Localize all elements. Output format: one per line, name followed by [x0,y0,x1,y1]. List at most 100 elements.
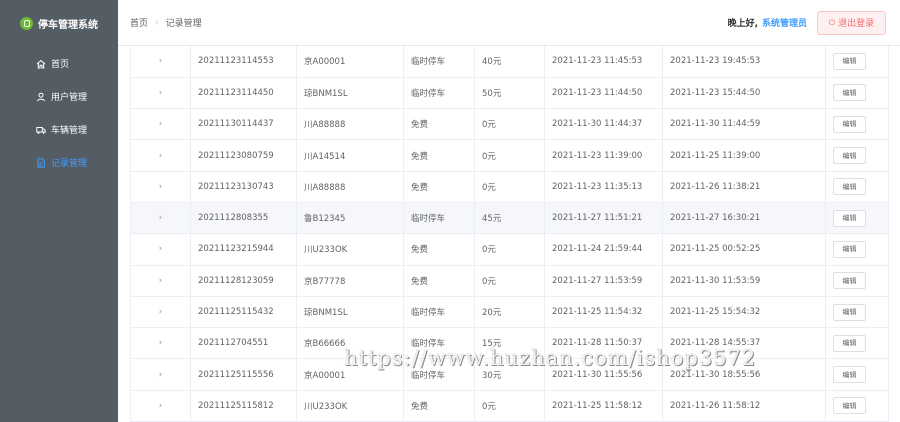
edit-button[interactable]: 编辑 [833,84,866,102]
parking-type-cell: 免费 [403,171,475,203]
actions-cell: 编辑 [825,390,889,422]
exit-time-cell: 2021-11-26 11:38:21 [662,171,826,203]
edit-button[interactable]: 编辑 [833,147,866,165]
fee-cell: 15元 [474,327,545,360]
parking-type-cell: 免费 [403,390,475,422]
edit-button[interactable]: 编辑 [833,334,866,352]
sidebar-item-label: 首页 [51,60,70,70]
logout-button[interactable]: ⏻ 退出登录 [817,10,886,35]
edit-button[interactable]: 编辑 [833,397,866,415]
record-id-cell: 20211130114437 [190,108,297,141]
actions-cell: 编辑 [825,327,889,360]
fee-cell: 45元 [474,202,545,235]
table-row: › 20211123080759 川A14514 免费 0元 2021-11-23 11:… [130,139,889,172]
exit-time-cell: 2021-11-25 11:39:00 [662,139,826,172]
fee-cell: 0元 [474,171,545,203]
username-text: 系统管理员 [761,19,807,29]
exit-time-cell: 2021-11-30 18:55:56 [662,358,826,391]
entry-time-cell: 2021-11-24 21:59:44 [544,233,663,266]
entry-time-cell: 2021-11-27 11:51:21 [544,202,663,235]
record-id-cell: 20211125115432 [190,296,297,329]
fee-cell: 0元 [474,108,545,141]
table-row: › 20211123130743 川A88888 免费 0元 2021-11-23 11:… [130,171,889,203]
greeting-text: 晚上好, [727,19,758,29]
sidebar-item-vehicles[interactable]: 车辆管理 [0,113,118,146]
table-row: › 20211123215944 川U233OK 免费 0元 2021-11-24 21:… [130,233,889,266]
plate-cell: 京A00001 [296,46,404,78]
table-row: › 2021112704551 京B66666 临时停车 15元 2021-11-28 1… [130,327,889,360]
parking-type-cell: 临时停车 [403,202,475,235]
app-logo: 停车管理系统 [0,0,118,46]
sidebar-item-label: 车辆管理 [51,126,88,136]
record-id-cell: 2021112704551 [190,327,297,360]
record-id-cell: 20211123080759 [190,139,297,172]
expand-chevron-icon[interactable]: › [130,171,191,203]
exit-time-cell: 2021-11-23 19:45:53 [662,46,826,78]
exit-time-cell: 2021-11-30 11:53:59 [662,265,826,297]
plate-cell: 琼BNM1SL [296,77,404,110]
exit-time-cell: 2021-11-30 11:44:59 [662,108,826,141]
table-row: › 20211125115556 京A00001 临时停车 30元 2021-11-30 … [130,358,889,391]
main-content: 首页 › 记录管理 晚上好, 系统管理员 ⏻ 退出登录 › 20211123114… [118,0,900,422]
table-row: › 20211125115432 琼BNM1SL 临时停车 20元 2021-11-25 … [130,296,889,329]
edit-button[interactable]: 编辑 [833,52,866,70]
plate-cell: 京A00001 [296,358,404,391]
expand-chevron-icon[interactable]: › [130,202,191,235]
sidebar-item-users[interactable]: 用户管理 [0,80,118,113]
entry-time-cell: 2021-11-25 11:58:12 [544,390,663,422]
edit-button[interactable]: 编辑 [833,178,866,196]
actions-cell: 编辑 [825,77,889,110]
table-row: › 20211130114437 川A88888 免费 0元 2021-11-30 11:… [130,108,889,141]
plate-cell: 川A14514 [296,139,404,172]
user-icon [36,92,46,102]
plate-cell: 川A88888 [296,108,404,141]
plate-cell: 琼BNM1SL [296,296,404,329]
actions-cell: 编辑 [825,202,889,235]
edit-button[interactable]: 编辑 [833,272,866,290]
actions-cell: 编辑 [825,296,889,329]
parking-type-cell: 临时停车 [403,77,475,110]
entry-time-cell: 2021-11-30 11:55:56 [544,358,663,391]
record-id-cell: 20211123215944 [190,233,297,266]
parking-type-cell: 临时停车 [403,327,475,360]
top-header: 首页 › 记录管理 晚上好, 系统管理员 ⏻ 退出登录 [118,0,900,46]
record-id-cell: 20211125115556 [190,358,297,391]
edit-button[interactable]: 编辑 [833,209,866,227]
exit-time-cell: 2021-11-25 00:52:25 [662,233,826,266]
plate-cell: 川U233OK [296,390,404,422]
expand-chevron-icon[interactable]: › [130,390,191,422]
records-table-container[interactable]: › 20211123114553 京A00001 临时停车 40元 2021-11-23 … [130,46,900,422]
plate-cell: 鲁B12345 [296,202,404,235]
sidebar-item-home[interactable]: 首页 [0,47,118,80]
actions-cell: 编辑 [825,139,889,172]
expand-chevron-icon[interactable]: › [130,296,191,329]
expand-chevron-icon[interactable]: › [130,139,191,172]
expand-chevron-icon[interactable]: › [130,108,191,141]
record-id-cell: 20211128123059 [190,265,297,297]
edit-button[interactable]: 编辑 [833,240,866,258]
entry-time-cell: 2021-11-23 11:35:13 [544,171,663,203]
entry-time-cell: 2021-11-27 11:53:59 [544,265,663,297]
expand-chevron-icon[interactable]: › [130,233,191,266]
expand-chevron-icon[interactable]: › [130,46,191,78]
expand-chevron-icon[interactable]: › [130,358,191,391]
breadcrumb-home[interactable]: 首页 [130,16,148,29]
entry-time-cell: 2021-11-30 11:44:37 [544,108,663,141]
fee-cell: 0元 [474,139,545,172]
parking-type-cell: 临时停车 [403,358,475,391]
edit-button[interactable]: 编辑 [833,115,866,133]
edit-button[interactable]: 编辑 [833,303,866,321]
expand-chevron-icon[interactable]: › [130,327,191,360]
sidebar-item-records[interactable]: 记录管理 [0,146,118,179]
edit-button[interactable]: 编辑 [833,366,866,384]
exit-time-cell: 2021-11-27 16:30:21 [662,202,826,235]
expand-chevron-icon[interactable]: › [130,77,191,110]
breadcrumb: 首页 › 记录管理 [130,16,202,30]
parking-type-cell: 免费 [403,108,475,141]
parking-type-cell: 免费 [403,139,475,172]
record-id-cell: 20211123114450 [190,77,297,110]
actions-cell: 编辑 [825,265,889,297]
truck-icon [36,125,46,135]
fee-cell: 50元 [474,77,545,110]
expand-chevron-icon[interactable]: › [130,265,191,297]
